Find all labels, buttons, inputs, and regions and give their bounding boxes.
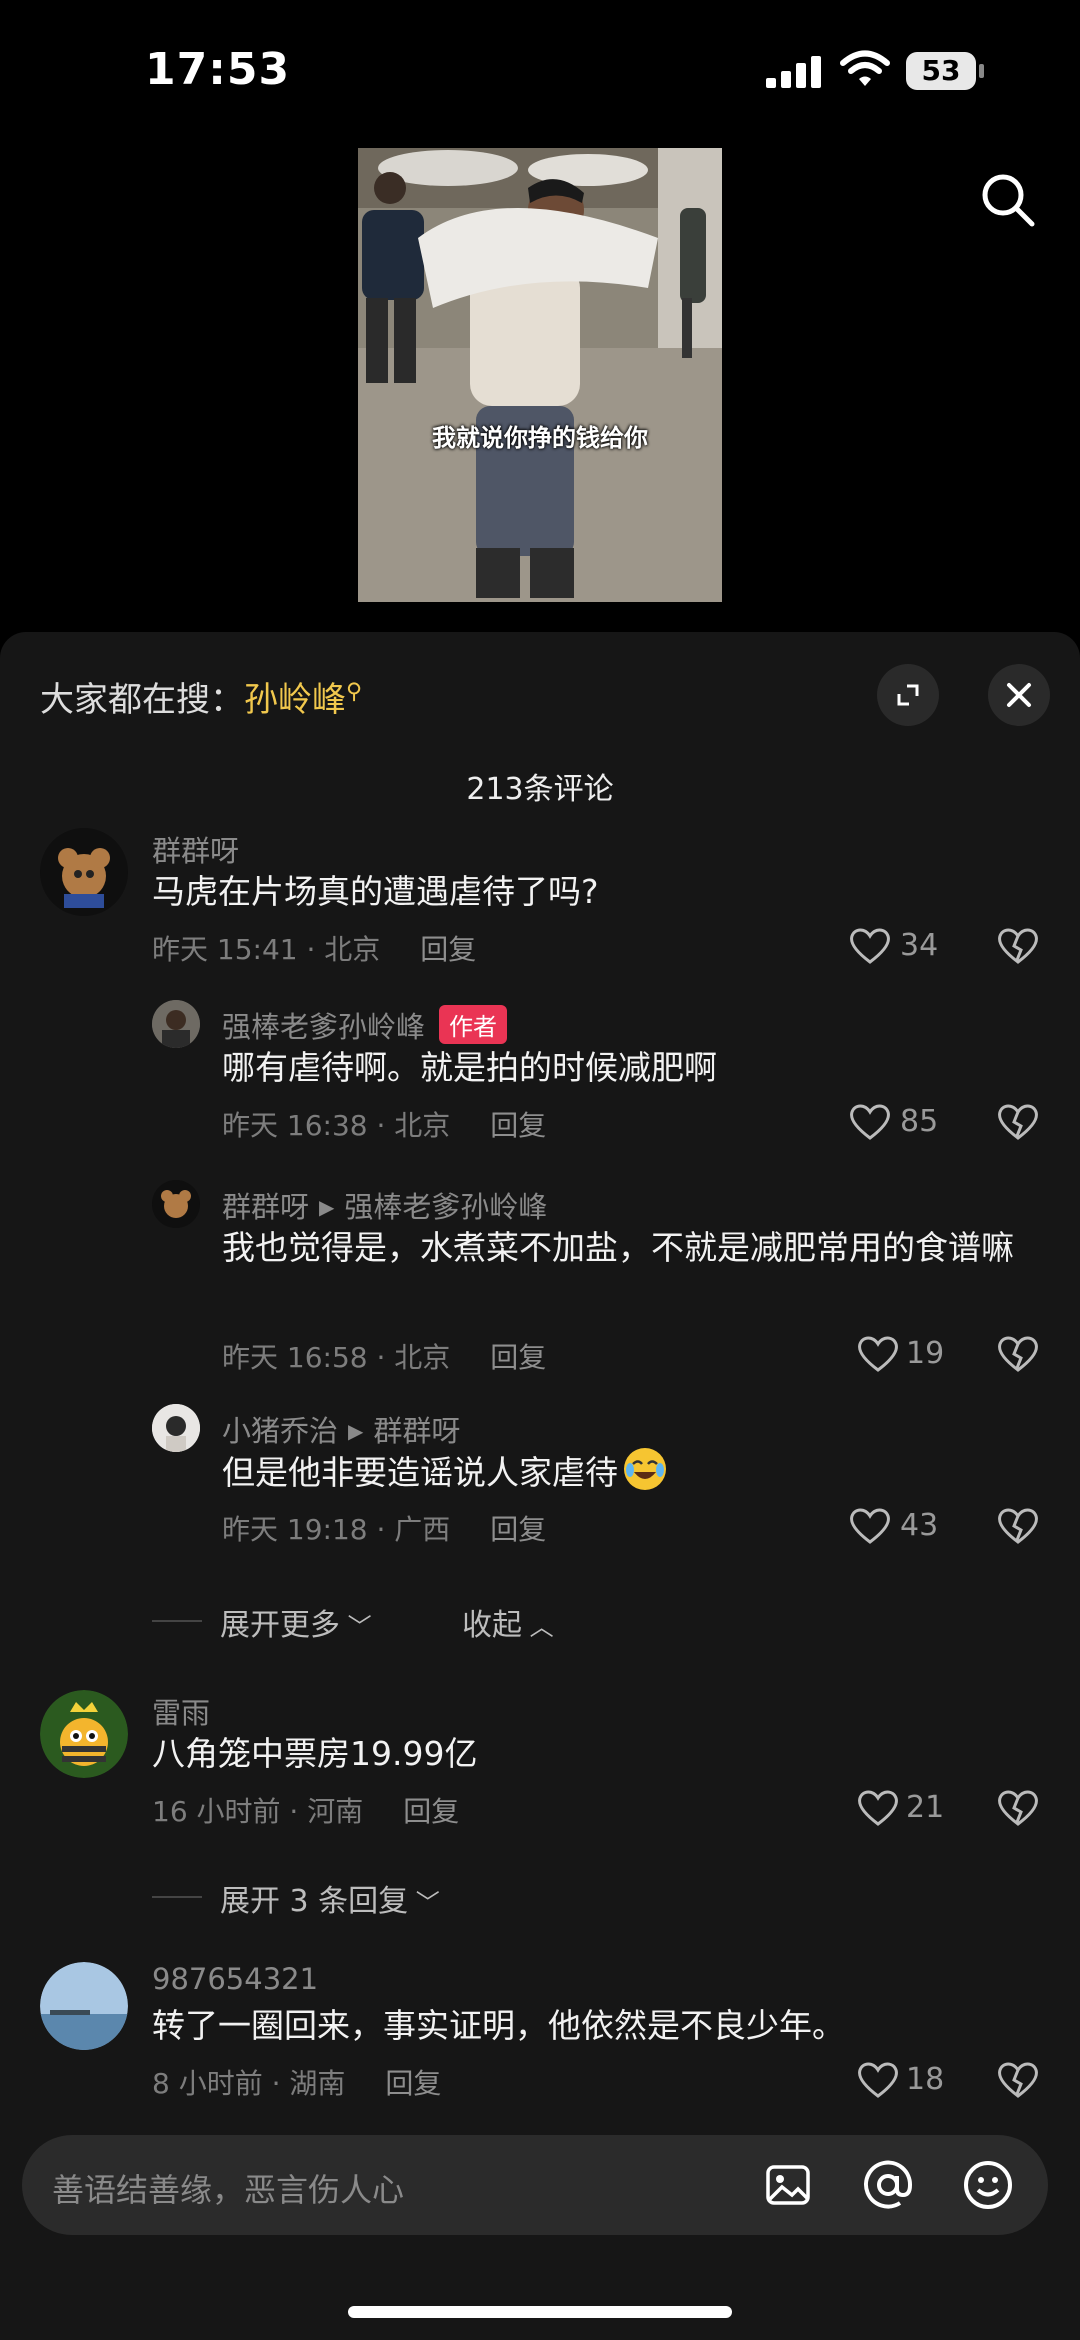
close-button[interactable] bbox=[988, 664, 1050, 726]
comment-meta: 昨天 15:41 · 北京 回复 bbox=[152, 933, 477, 966]
broken-heart-icon[interactable] bbox=[996, 1334, 1040, 1374]
status-bar: 17:53 53 bbox=[0, 0, 1080, 140]
like-count: 85 bbox=[900, 1104, 939, 1139]
status-time: 17:53 bbox=[145, 44, 291, 95]
comment-meta: 昨天 16:38 · 北京 回复 bbox=[222, 1109, 547, 1142]
reply-to-username[interactable]: 强棒老爹孙岭峰 bbox=[344, 1190, 547, 1224]
expand-button[interactable] bbox=[877, 664, 939, 726]
avatar[interactable] bbox=[40, 1962, 128, 2050]
comment-text: 转了一圈回来，事实证明，他依然是不良少年。 bbox=[152, 2006, 845, 2045]
search-icon: ⚲ bbox=[346, 679, 363, 705]
trending-prefix: 大家都在搜： bbox=[40, 680, 244, 720]
trending-keyword[interactable]: 孙岭峰 bbox=[244, 680, 346, 720]
reply-button[interactable]: 回复 bbox=[385, 2067, 441, 2100]
comment-text: 哪有虐待啊。就是拍的时候减肥啊 bbox=[222, 1048, 717, 1087]
author-badge: 作者 bbox=[439, 1005, 508, 1044]
comment-text: 八角笼中票房19.99亿 bbox=[152, 1734, 478, 1773]
reply-button[interactable]: 回复 bbox=[403, 1795, 459, 1828]
like-count: 21 bbox=[906, 1790, 945, 1825]
like-count: 43 bbox=[900, 1508, 939, 1543]
comment-meta: 16 小时前 · 河南 回复 bbox=[152, 1795, 460, 1828]
crying-laugh-emoji-icon bbox=[624, 1448, 666, 1490]
broken-heart-icon[interactable] bbox=[996, 1788, 1040, 1828]
like-count: 19 bbox=[906, 1336, 945, 1371]
comment-username[interactable]: 987654321 bbox=[152, 1962, 318, 1996]
heart-icon[interactable] bbox=[848, 1102, 892, 1142]
comment-meta: 昨天 19:18 · 广西 回复 bbox=[222, 1513, 547, 1546]
comment-username[interactable]: 群群呀 ▶ 强棒老爹孙岭峰 bbox=[222, 1184, 547, 1226]
comment-meta: 昨天 16:58 · 北京 回复 bbox=[222, 1341, 547, 1374]
reply-button[interactable]: 回复 bbox=[490, 1341, 546, 1374]
comment-text: 我也觉得是，水煮菜不加盐，不就是减肥常用的食谱嘛 bbox=[222, 1228, 1014, 1267]
divider bbox=[152, 1896, 202, 1898]
battery-icon: 53 bbox=[906, 52, 984, 90]
like-count: 34 bbox=[900, 928, 939, 963]
reply-arrow-icon: ▶ bbox=[319, 1195, 335, 1219]
comments-panel: 大家都在搜：孙岭峰⚲ 213条评论 群群呀 马虎在片场真的遭遇虐待了吗? 昨天 … bbox=[0, 632, 1080, 2340]
comment-count: 213条评论 bbox=[466, 772, 614, 807]
heart-icon[interactable] bbox=[856, 1788, 900, 1828]
broken-heart-icon[interactable] bbox=[996, 1102, 1040, 1142]
at-icon[interactable] bbox=[862, 2159, 914, 2211]
broken-heart-icon[interactable] bbox=[996, 926, 1040, 966]
expand-replies-button[interactable]: 展开 3 条回复 ﹀ bbox=[220, 1876, 440, 1920]
comment-username[interactable]: 强棒老爹孙岭峰 作者 bbox=[222, 1004, 508, 1046]
home-indicator[interactable] bbox=[348, 2306, 732, 2318]
video-subtitle: 我就说你挣的钱给你 bbox=[432, 424, 648, 452]
avatar[interactable] bbox=[40, 1690, 128, 1778]
comment-text: 马虎在片场真的遭遇虐待了吗? bbox=[152, 872, 599, 911]
chevron-down-icon: ﹀ bbox=[408, 1889, 440, 1917]
cellular-signal-icon bbox=[766, 56, 821, 88]
close-icon bbox=[1007, 683, 1031, 707]
comment-username[interactable]: 雷雨 bbox=[152, 1690, 210, 1732]
comment-text: 但是他非要造谣说人家虐待 bbox=[222, 1446, 1042, 1499]
chevron-up-icon: ︿ bbox=[522, 1613, 554, 1641]
collapse-button[interactable]: 收起 ︿ bbox=[462, 1600, 554, 1644]
avatar[interactable] bbox=[152, 1180, 200, 1228]
heart-icon[interactable] bbox=[848, 926, 892, 966]
expand-icon bbox=[897, 684, 919, 706]
reply-arrow-icon: ▶ bbox=[348, 1419, 364, 1443]
search-icon[interactable] bbox=[978, 170, 1038, 230]
heart-icon[interactable] bbox=[856, 2060, 900, 2100]
video-frame bbox=[358, 148, 722, 602]
avatar[interactable] bbox=[152, 1000, 200, 1048]
reply-to-username[interactable]: 群群呀 bbox=[373, 1414, 460, 1448]
like-count: 18 bbox=[906, 2062, 945, 2097]
avatar[interactable] bbox=[40, 828, 128, 916]
video-player[interactable]: 我就说你挣的钱给你 bbox=[358, 148, 722, 602]
divider bbox=[152, 1620, 202, 1622]
image-icon[interactable] bbox=[764, 2161, 812, 2209]
heart-icon[interactable] bbox=[856, 1334, 900, 1374]
trending-search[interactable]: 大家都在搜：孙岭峰⚲ bbox=[40, 672, 362, 721]
heart-icon[interactable] bbox=[848, 1506, 892, 1546]
comment-username[interactable]: 群群呀 bbox=[152, 828, 239, 870]
wifi-icon bbox=[840, 50, 890, 86]
reply-button[interactable]: 回复 bbox=[490, 1513, 546, 1546]
comment-username[interactable]: 小猪乔治 ▶ 群群呀 bbox=[222, 1408, 460, 1450]
input-placeholder[interactable]: 善语结善缘，恶言伤人心 bbox=[52, 2165, 404, 2211]
emoji-icon[interactable] bbox=[962, 2159, 1014, 2211]
reply-button[interactable]: 回复 bbox=[490, 1109, 546, 1142]
comment-meta: 8 小时前 · 湖南 回复 bbox=[152, 2067, 442, 2100]
avatar[interactable] bbox=[152, 1404, 200, 1452]
expand-more-button[interactable]: 展开更多 ﹀ bbox=[220, 1600, 372, 1644]
chevron-down-icon: ﹀ bbox=[340, 1613, 372, 1641]
broken-heart-icon[interactable] bbox=[996, 1506, 1040, 1546]
broken-heart-icon[interactable] bbox=[996, 2060, 1040, 2100]
comment-input[interactable]: 善语结善缘，恶言伤人心 bbox=[22, 2135, 1048, 2235]
reply-button[interactable]: 回复 bbox=[420, 933, 476, 966]
